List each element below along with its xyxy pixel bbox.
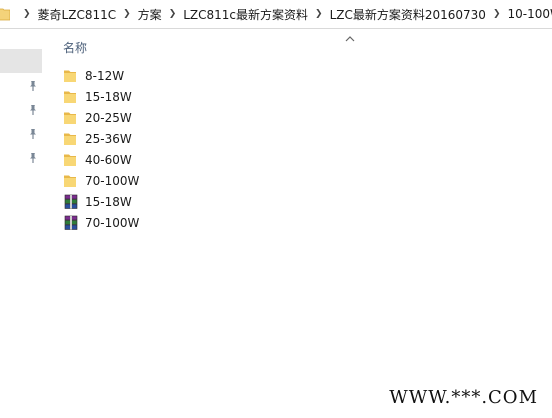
list-item[interactable]: 20-25W — [63, 107, 139, 128]
folder-icon — [0, 7, 11, 21]
pin-icon[interactable] — [27, 104, 39, 116]
list-item[interactable]: 70-100W — [63, 212, 139, 233]
file-name: 15-18W — [85, 89, 132, 104]
file-name: 25-36W — [85, 131, 132, 146]
file-list-pane: 名称 8-12W 15-18W 20-25W 25-36W 40-60W 70-… — [42, 29, 552, 418]
list-item[interactable]: 15-18W — [63, 191, 139, 212]
list-item[interactable]: 70-100W — [63, 170, 139, 191]
breadcrumb-item-2[interactable]: 方案 — [138, 6, 162, 23]
breadcrumb-item-1[interactable]: 菱奇LZC811C — [38, 6, 117, 23]
list-item[interactable]: 15-18W — [63, 86, 139, 107]
sort-up-icon[interactable] — [344, 32, 356, 42]
breadcrumb-item-5[interactable]: 10-100W — [508, 7, 552, 21]
nav-item-selected[interactable] — [0, 49, 42, 73]
file-name: 70-100W — [85, 173, 140, 188]
file-name: 8-12W — [85, 68, 125, 83]
list-item[interactable]: 25-36W — [63, 128, 139, 149]
folder-icon — [63, 152, 79, 168]
pin-icon[interactable] — [27, 152, 39, 164]
folder-icon — [63, 89, 79, 105]
folder-icon — [63, 131, 79, 147]
chevron-right-icon[interactable]: ❯ — [308, 9, 330, 19]
chevron-right-icon[interactable]: ❯ — [116, 9, 138, 19]
file-name: 15-18W — [85, 194, 132, 209]
breadcrumb-item-4[interactable]: LZC最新方案资料20160730 — [330, 6, 486, 23]
column-header-name[interactable]: 名称 — [63, 39, 87, 56]
archive-icon — [63, 194, 79, 210]
pin-icon[interactable] — [27, 80, 39, 92]
breadcrumb-item-3[interactable]: LZC811c最新方案资料 — [183, 6, 308, 23]
watermark-text: WWW.***.COM — [389, 387, 538, 408]
chevron-right-icon[interactable]: ❯ — [486, 9, 508, 19]
chevron-right-icon[interactable]: ❯ — [162, 9, 184, 19]
folder-icon — [63, 110, 79, 126]
navigation-pane — [0, 29, 42, 418]
list-item[interactable]: 8-12W — [63, 65, 139, 86]
list-item[interactable]: 40-60W — [63, 149, 139, 170]
folder-icon — [63, 173, 79, 189]
file-name: 40-60W — [85, 152, 132, 167]
file-name: 20-25W — [85, 110, 132, 125]
file-list: 8-12W 15-18W 20-25W 25-36W 40-60W 70-100… — [63, 65, 139, 233]
pin-icon[interactable] — [27, 128, 39, 140]
file-name: 70-100W — [85, 215, 140, 230]
address-bar[interactable]: ❯ 菱奇LZC811C ❯ 方案 ❯ LZC811c最新方案资料 ❯ LZC最新… — [0, 0, 552, 29]
folder-icon — [63, 68, 79, 84]
archive-icon — [63, 215, 79, 231]
chevron-right-icon[interactable]: ❯ — [16, 9, 38, 19]
